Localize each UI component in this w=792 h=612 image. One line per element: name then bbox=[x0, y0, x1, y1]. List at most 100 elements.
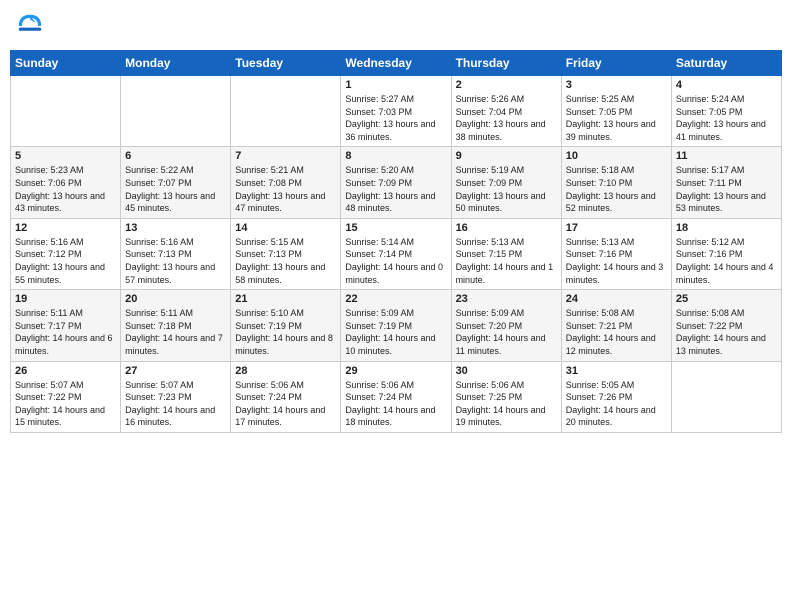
day-info: Sunrise: 5:13 AMSunset: 7:16 PMDaylight:… bbox=[566, 236, 667, 286]
day-info: Sunrise: 5:07 AMSunset: 7:23 PMDaylight:… bbox=[125, 379, 226, 429]
day-info: Sunrise: 5:05 AMSunset: 7:26 PMDaylight:… bbox=[566, 379, 667, 429]
day-number: 9 bbox=[456, 150, 557, 162]
week-row-5: 26Sunrise: 5:07 AMSunset: 7:22 PMDayligh… bbox=[11, 361, 782, 432]
day-number: 17 bbox=[566, 222, 667, 234]
day-info: Sunrise: 5:21 AMSunset: 7:08 PMDaylight:… bbox=[235, 164, 336, 214]
day-header-thursday: Thursday bbox=[451, 51, 561, 76]
calendar-cell: 21 Sunrise: 5:10 AMSunset: 7:19 PMDayligh… bbox=[231, 290, 341, 361]
day-info: Sunrise: 5:08 AMSunset: 7:21 PMDaylight:… bbox=[566, 307, 667, 357]
calendar-cell: 16 Sunrise: 5:13 AMSunset: 7:15 PMDayligh… bbox=[451, 218, 561, 289]
day-info: Sunrise: 5:14 AMSunset: 7:14 PMDaylight:… bbox=[345, 236, 446, 286]
day-info: Sunrise: 5:19 AMSunset: 7:09 PMDaylight:… bbox=[456, 164, 557, 214]
day-info: Sunrise: 5:16 AMSunset: 7:13 PMDaylight:… bbox=[125, 236, 226, 286]
calendar-cell: 9 Sunrise: 5:19 AMSunset: 7:09 PMDaylight… bbox=[451, 147, 561, 218]
calendar-cell: 31 Sunrise: 5:05 AMSunset: 7:26 PMDayligh… bbox=[561, 361, 671, 432]
day-info: Sunrise: 5:13 AMSunset: 7:15 PMDaylight:… bbox=[456, 236, 557, 286]
calendar-cell bbox=[231, 76, 341, 147]
week-row-1: 1 Sunrise: 5:27 AMSunset: 7:03 PMDaylight… bbox=[11, 76, 782, 147]
day-number: 14 bbox=[235, 222, 336, 234]
calendar-cell: 3 Sunrise: 5:25 AMSunset: 7:05 PMDaylight… bbox=[561, 76, 671, 147]
calendar-cell: 12 Sunrise: 5:16 AMSunset: 7:12 PMDayligh… bbox=[11, 218, 121, 289]
calendar-cell: 11 Sunrise: 5:17 AMSunset: 7:11 PMDayligh… bbox=[671, 147, 781, 218]
calendar-cell: 19 Sunrise: 5:11 AMSunset: 7:17 PMDayligh… bbox=[11, 290, 121, 361]
day-number: 21 bbox=[235, 293, 336, 305]
calendar-cell: 15 Sunrise: 5:14 AMSunset: 7:14 PMDayligh… bbox=[341, 218, 451, 289]
day-number: 18 bbox=[676, 222, 777, 234]
day-number: 19 bbox=[15, 293, 116, 305]
calendar-cell: 6 Sunrise: 5:22 AMSunset: 7:07 PMDaylight… bbox=[121, 147, 231, 218]
day-number: 25 bbox=[676, 293, 777, 305]
day-number: 16 bbox=[456, 222, 557, 234]
day-number: 15 bbox=[345, 222, 446, 234]
calendar-cell: 30 Sunrise: 5:06 AMSunset: 7:25 PMDayligh… bbox=[451, 361, 561, 432]
calendar-cell: 22 Sunrise: 5:09 AMSunset: 7:19 PMDayligh… bbox=[341, 290, 451, 361]
day-number: 31 bbox=[566, 365, 667, 377]
day-info: Sunrise: 5:11 AMSunset: 7:18 PMDaylight:… bbox=[125, 307, 226, 357]
day-info: Sunrise: 5:11 AMSunset: 7:17 PMDaylight:… bbox=[15, 307, 116, 357]
day-info: Sunrise: 5:09 AMSunset: 7:20 PMDaylight:… bbox=[456, 307, 557, 357]
day-header-sunday: Sunday bbox=[11, 51, 121, 76]
day-info: Sunrise: 5:25 AMSunset: 7:05 PMDaylight:… bbox=[566, 93, 667, 143]
day-info: Sunrise: 5:17 AMSunset: 7:11 PMDaylight:… bbox=[676, 164, 777, 214]
calendar-cell: 29Sunrise: 5:06 AMSunset: 7:24 PMDayligh… bbox=[341, 361, 451, 432]
day-number: 20 bbox=[125, 293, 226, 305]
calendar-cell: 5Sunrise: 5:23 AMSunset: 7:06 PMDaylight… bbox=[11, 147, 121, 218]
day-number: 7 bbox=[235, 150, 336, 162]
day-info: Sunrise: 5:26 AMSunset: 7:04 PMDaylight:… bbox=[456, 93, 557, 143]
page-header bbox=[10, 10, 782, 42]
day-number: 26 bbox=[15, 365, 116, 377]
day-number: 6 bbox=[125, 150, 226, 162]
day-number: 3 bbox=[566, 79, 667, 91]
week-row-4: 19 Sunrise: 5:11 AMSunset: 7:17 PMDayligh… bbox=[11, 290, 782, 361]
calendar-cell: 2 Sunrise: 5:26 AMSunset: 7:04 PMDaylight… bbox=[451, 76, 561, 147]
calendar-cell: 17 Sunrise: 5:13 AMSunset: 7:16 PMDayligh… bbox=[561, 218, 671, 289]
calendar-cell: 4 Sunrise: 5:24 AMSunset: 7:05 PMDaylight… bbox=[671, 76, 781, 147]
day-info: Sunrise: 5:27 AMSunset: 7:03 PMDaylight:… bbox=[345, 93, 446, 143]
day-header-tuesday: Tuesday bbox=[231, 51, 341, 76]
calendar-cell: 18 Sunrise: 5:12 AMSunset: 7:16 PMDayligh… bbox=[671, 218, 781, 289]
day-info: Sunrise: 5:23 AMSunset: 7:06 PMDaylight:… bbox=[15, 164, 116, 214]
day-info: Sunrise: 5:12 AMSunset: 7:16 PMDaylight:… bbox=[676, 236, 777, 286]
day-info: Sunrise: 5:06 AMSunset: 7:24 PMDaylight:… bbox=[235, 379, 336, 429]
day-number: 11 bbox=[676, 150, 777, 162]
day-info: Sunrise: 5:22 AMSunset: 7:07 PMDaylight:… bbox=[125, 164, 226, 214]
calendar-cell: 8 Sunrise: 5:20 AMSunset: 7:09 PMDaylight… bbox=[341, 147, 451, 218]
logo bbox=[14, 10, 50, 42]
calendar-cell bbox=[121, 76, 231, 147]
calendar-cell: 10 Sunrise: 5:18 AMSunset: 7:10 PMDayligh… bbox=[561, 147, 671, 218]
day-info: Sunrise: 5:09 AMSunset: 7:19 PMDaylight:… bbox=[345, 307, 446, 357]
calendar-table: SundayMondayTuesdayWednesdayThursdayFrid… bbox=[10, 50, 782, 433]
calendar-header-row: SundayMondayTuesdayWednesdayThursdayFrid… bbox=[11, 51, 782, 76]
day-number: 10 bbox=[566, 150, 667, 162]
calendar-cell: 27Sunrise: 5:07 AMSunset: 7:23 PMDayligh… bbox=[121, 361, 231, 432]
day-number: 4 bbox=[676, 79, 777, 91]
calendar-cell: 1 Sunrise: 5:27 AMSunset: 7:03 PMDaylight… bbox=[341, 76, 451, 147]
calendar-cell: 28 Sunrise: 5:06 AMSunset: 7:24 PMDayligh… bbox=[231, 361, 341, 432]
day-number: 24 bbox=[566, 293, 667, 305]
day-number: 8 bbox=[345, 150, 446, 162]
day-header-wednesday: Wednesday bbox=[341, 51, 451, 76]
day-header-friday: Friday bbox=[561, 51, 671, 76]
day-info: Sunrise: 5:20 AMSunset: 7:09 PMDaylight:… bbox=[345, 164, 446, 214]
day-info: Sunrise: 5:10 AMSunset: 7:19 PMDaylight:… bbox=[235, 307, 336, 357]
day-info: Sunrise: 5:06 AMSunset: 7:25 PMDaylight:… bbox=[456, 379, 557, 429]
day-number: 12 bbox=[15, 222, 116, 234]
day-number: 30 bbox=[456, 365, 557, 377]
day-number: 23 bbox=[456, 293, 557, 305]
calendar-cell: 7 Sunrise: 5:21 AMSunset: 7:08 PMDaylight… bbox=[231, 147, 341, 218]
day-info: Sunrise: 5:15 AMSunset: 7:13 PMDaylight:… bbox=[235, 236, 336, 286]
day-number: 28 bbox=[235, 365, 336, 377]
calendar-cell bbox=[671, 361, 781, 432]
logo-icon bbox=[14, 10, 46, 42]
week-row-3: 12 Sunrise: 5:16 AMSunset: 7:12 PMDayligh… bbox=[11, 218, 782, 289]
day-number: 2 bbox=[456, 79, 557, 91]
day-number: 22 bbox=[345, 293, 446, 305]
calendar-cell bbox=[11, 76, 121, 147]
day-info: Sunrise: 5:24 AMSunset: 7:05 PMDaylight:… bbox=[676, 93, 777, 143]
calendar-cell: 14 Sunrise: 5:15 AMSunset: 7:13 PMDayligh… bbox=[231, 218, 341, 289]
day-info: Sunrise: 5:18 AMSunset: 7:10 PMDaylight:… bbox=[566, 164, 667, 214]
day-info: Sunrise: 5:16 AMSunset: 7:12 PMDaylight:… bbox=[15, 236, 116, 286]
calendar-cell: 24 Sunrise: 5:08 AMSunset: 7:21 PMDayligh… bbox=[561, 290, 671, 361]
day-number: 1 bbox=[345, 79, 446, 91]
day-info: Sunrise: 5:06 AMSunset: 7:24 PMDaylight:… bbox=[345, 379, 446, 429]
